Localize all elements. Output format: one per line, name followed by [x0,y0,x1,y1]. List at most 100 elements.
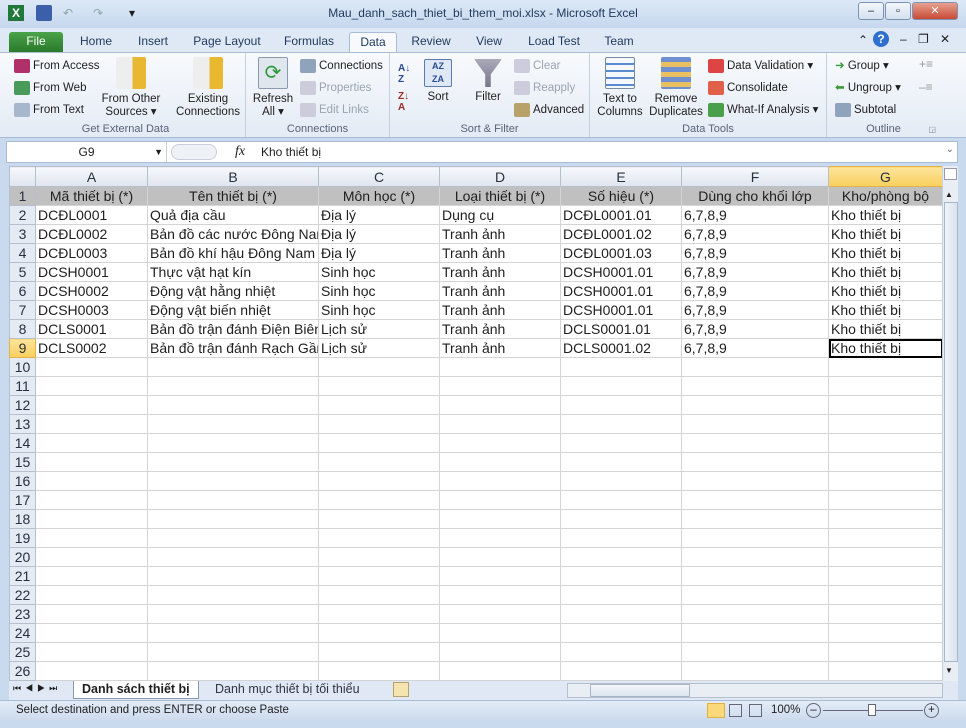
cell-d6[interactable]: Tranh ảnh [439,281,561,301]
cell-g11[interactable] [828,376,942,396]
page-layout-view-icon[interactable] [729,704,742,717]
data-validation-button[interactable]: Data Validation ▾ [708,58,813,74]
cell-c5[interactable]: Sinh học [318,262,440,282]
cell-f12[interactable] [681,395,829,415]
help-icon[interactable]: ? [873,31,889,47]
cell-c7[interactable]: Sinh học [318,300,440,320]
sheet-tab-danh-muc[interactable]: Danh mục thiết bị tối thiểu [207,681,368,699]
cell-b3[interactable]: Bản đồ các nước Đông Nam Á [147,224,319,244]
cell-b15[interactable] [147,452,319,472]
tab-file[interactable]: File [9,32,63,52]
cell-b22[interactable] [147,585,319,605]
row-header[interactable]: 16 [9,471,36,491]
zoom-in-icon[interactable]: + [924,703,939,718]
cell-c15[interactable] [318,452,440,472]
row-header[interactable]: 24 [9,623,36,643]
cell-a1[interactable]: Mã thiết bị (*) [35,186,148,206]
worksheet-grid[interactable]: A B C D E F G 1 Mã thiết bị (*) Tên thiết bị (*) M… [9,166,942,681]
cell-c18[interactable] [318,509,440,529]
cell-c20[interactable] [318,547,440,567]
page-break-view-icon[interactable] [749,704,762,717]
cell-g19[interactable] [828,528,942,548]
cell-a25[interactable] [35,642,148,662]
cell-a9[interactable]: DCLS0002 [35,338,148,358]
cell-a2[interactable]: DCĐL0001 [35,205,148,225]
hide-detail-icon[interactable]: –≡ [919,80,933,94]
cell-a11[interactable] [35,376,148,396]
cell-d20[interactable] [439,547,561,567]
cell-c17[interactable] [318,490,440,510]
cell-e14[interactable] [560,433,682,453]
horizontal-scrollbar[interactable] [567,683,943,698]
cell-c13[interactable] [318,414,440,434]
subtotal-button[interactable]: Subtotal [835,102,896,118]
cell-b10[interactable] [147,357,319,377]
cell-b1[interactable]: Tên thiết bị (*) [147,186,319,206]
cell-a17[interactable] [35,490,148,510]
cell-a6[interactable]: DCSH0002 [35,281,148,301]
cell-g8[interactable]: Kho thiết bị [828,319,942,339]
tab-load-test[interactable]: Load Test [520,32,588,52]
cell-e4[interactable]: DCĐL0001.03 [560,243,682,263]
cell-f20[interactable] [681,547,829,567]
cell-f14[interactable] [681,433,829,453]
cell-g3[interactable]: Kho thiết bị [828,224,942,244]
cell-e26[interactable] [560,661,682,681]
cell-f4[interactable]: 6,7,8,9 [681,243,829,263]
cell-c4[interactable]: Địa lý [318,243,440,263]
cell-d7[interactable]: Tranh ảnh [439,300,561,320]
row-header[interactable]: 13 [9,414,36,434]
expand-formula-bar-icon[interactable]: ⌄ [946,144,954,155]
row-header[interactable]: 25 [9,642,36,662]
chevron-down-icon[interactable]: ▼ [154,142,167,162]
cell-e24[interactable] [560,623,682,643]
cell-f22[interactable] [681,585,829,605]
cell-c22[interactable] [318,585,440,605]
cell-f8[interactable]: 6,7,8,9 [681,319,829,339]
cell-d12[interactable] [439,395,561,415]
cell-b8[interactable]: Bản đồ trận đánh Điện Biên Phủ [147,319,319,339]
cell-c2[interactable]: Địa lý [318,205,440,225]
column-header-d[interactable]: D [439,166,561,187]
row-header[interactable]: 1 [9,186,36,206]
cell-a23[interactable] [35,604,148,624]
zoom-slider-thumb[interactable] [868,704,876,716]
tab-formulas[interactable]: Formulas [276,32,342,52]
column-header-e[interactable]: E [560,166,682,187]
cell-b7[interactable]: Động vật biến nhiệt [147,300,319,320]
cell-d24[interactable] [439,623,561,643]
cell-c19[interactable] [318,528,440,548]
vertical-scrollbar[interactable]: ▲ ▼ [942,166,958,681]
cell-d26[interactable] [439,661,561,681]
cell-b2[interactable]: Quả địa cầu [147,205,319,225]
cell-b17[interactable] [147,490,319,510]
cell-c10[interactable] [318,357,440,377]
cell-f26[interactable] [681,661,829,681]
tab-review[interactable]: Review [404,32,458,52]
existing-connections-button[interactable]: Existing Connections [172,57,244,119]
cell-e17[interactable] [560,490,682,510]
scroll-down-icon[interactable]: ▼ [945,666,953,675]
cell-d3[interactable]: Tranh ảnh [439,224,561,244]
cell-b13[interactable] [147,414,319,434]
scroll-thumb[interactable] [944,202,958,662]
cell-c16[interactable] [318,471,440,491]
name-box[interactable]: G9 ▼ [7,142,167,162]
row-header[interactable]: 2 [9,205,36,225]
row-header[interactable]: 7 [9,300,36,320]
cell-g25[interactable] [828,642,942,662]
cell-e8[interactable]: DCLS0001.01 [560,319,682,339]
properties-button[interactable]: Properties [300,80,371,96]
cell-c25[interactable] [318,642,440,662]
cell-d2[interactable]: Dụng cụ [439,205,561,225]
cell-b23[interactable] [147,604,319,624]
cell-b11[interactable] [147,376,319,396]
cell-f6[interactable]: 6,7,8,9 [681,281,829,301]
cell-f13[interactable] [681,414,829,434]
filter-button[interactable]: Filter [470,59,506,104]
cell-e2[interactable]: DCĐL0001.01 [560,205,682,225]
cell-d16[interactable] [439,471,561,491]
cell-d15[interactable] [439,452,561,472]
edit-links-button[interactable]: Edit Links [300,102,369,118]
cell-b25[interactable] [147,642,319,662]
